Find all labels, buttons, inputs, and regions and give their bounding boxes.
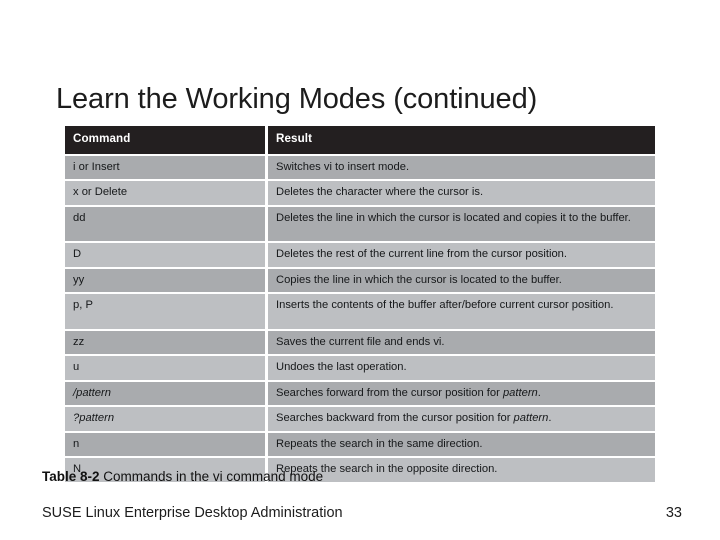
cell-result: Copies the line in which the cursor is l… <box>268 268 655 292</box>
result-text: Repeats the search in the same direction… <box>276 437 483 450</box>
table-row: p, P Inserts the contents of the buffer a… <box>65 294 655 329</box>
result-emphasis: pattern <box>502 386 538 399</box>
result-text: Copies the line in which the cursor is l… <box>276 273 562 286</box>
cell-command: dd <box>65 206 265 241</box>
table-row: D Deletes the rest of the current line fr… <box>65 243 655 267</box>
result-text: Deletes the character where the cursor i… <box>276 186 484 198</box>
result-emphasis: pattern <box>513 412 549 424</box>
cell-result: Switches vi to insert mode. <box>268 155 655 179</box>
result-text: Searches backward from the cursor positi… <box>276 412 514 424</box>
column-header-result: Result <box>268 126 655 154</box>
cell-command: D <box>65 243 265 267</box>
table-row: dd Deletes the line in which the cursor i… <box>65 206 655 241</box>
cell-command: i or Insert <box>65 155 265 179</box>
cell-result: Searches backward from the cursor positi… <box>268 407 655 431</box>
table-caption-text: Commands in the vi command mode <box>99 469 324 484</box>
vi-commands-table: Command Result i or Insert Switches vi to… <box>62 124 658 484</box>
table-row: ?pattern Searches backward from the curso… <box>65 407 655 431</box>
cell-command: n <box>65 432 265 456</box>
table-row: zz Saves the current file and ends vi. <box>65 330 655 354</box>
table-caption-label: Table 8-2 <box>42 469 100 484</box>
cell-result: Searches forward from the cursor positio… <box>268 381 655 405</box>
cell-command: /pattern <box>65 381 265 405</box>
cell-result: Deletes the character where the cursor i… <box>268 181 655 205</box>
cell-result: Repeats the search in the opposite direc… <box>268 458 655 482</box>
cell-result: Inserts the contents of the buffer after… <box>268 294 655 329</box>
cell-result: Deletes the line in which the cursor is … <box>268 206 655 241</box>
table-row: n Repeats the search in the same directio… <box>65 432 655 456</box>
table-row: yy Copies the line in which the cursor is… <box>65 268 655 292</box>
footer-title: SUSE Linux Enterprise Desktop Administra… <box>42 505 343 521</box>
cell-command: yy <box>65 268 265 292</box>
cell-result: Undoes the last operation. <box>268 356 655 380</box>
table-row: i or Insert Switches vi to insert mode. <box>65 155 655 179</box>
table-caption: Table 8-2 Commands in the vi command mod… <box>42 468 323 486</box>
table-header: Command Result <box>65 126 655 154</box>
cell-result: Deletes the rest of the current line fro… <box>268 243 655 267</box>
footer-page-number: 33 <box>665 505 682 521</box>
result-text-suffix: . <box>537 386 541 399</box>
cell-result: Repeats the search in the same direction… <box>268 432 655 456</box>
result-text: Undoes the last operation. <box>276 361 407 373</box>
table-row: /pattern Searches forward from the cursor… <box>65 381 655 405</box>
slide: Learn the Working Modes (continued) Comm… <box>0 0 720 540</box>
cell-command: x or Delete <box>65 181 265 205</box>
table-row: u Undoes the last operation. <box>65 356 655 380</box>
result-text: Deletes the line in which the cursor is … <box>276 211 631 224</box>
table-body: i or Insert Switches vi to insert mode. x … <box>65 155 655 482</box>
cell-command: zz <box>65 330 265 354</box>
commands-table-container: Command Result i or Insert Switches vi to… <box>65 126 655 482</box>
result-text: Searches forward from the cursor positio… <box>276 386 503 399</box>
cell-command: p, P <box>65 294 265 329</box>
column-header-command: Command <box>65 126 265 154</box>
result-text-suffix: . <box>548 412 552 424</box>
result-text: Switches vi to insert mode. <box>276 160 410 173</box>
table-header-row: Command Result <box>65 126 655 154</box>
cell-result: Saves the current file and ends vi. <box>268 330 655 354</box>
cell-command: u <box>65 356 265 380</box>
page-title: Learn the Working Modes (continued) <box>56 83 538 116</box>
result-text: Inserts the contents of the buffer after… <box>276 299 614 311</box>
result-text: Deletes the rest of the current line fro… <box>276 248 568 260</box>
cell-command: ?pattern <box>65 407 265 431</box>
slide-footer: SUSE Linux Enterprise Desktop Administra… <box>42 503 682 523</box>
table-row: x or Delete Deletes the character where t… <box>65 181 655 205</box>
result-text: Saves the current file and ends vi. <box>276 335 445 348</box>
